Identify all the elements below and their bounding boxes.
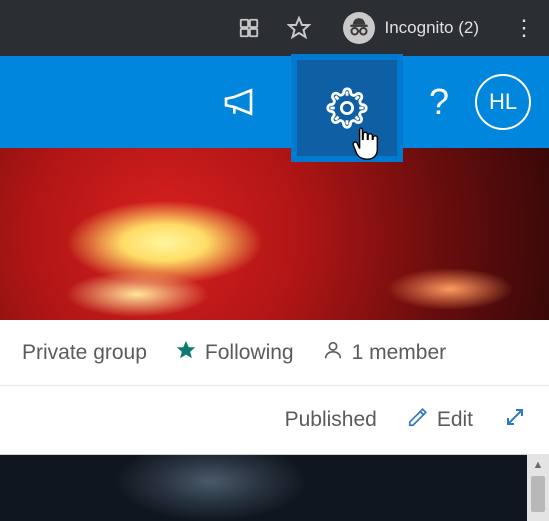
star-icon xyxy=(175,339,197,367)
edit-button[interactable]: Edit xyxy=(407,406,473,434)
browser-menu-icon[interactable]: ⋮ xyxy=(507,15,541,41)
gear-icon xyxy=(326,87,368,129)
edit-label: Edit xyxy=(437,408,473,432)
scroll-thumb[interactable] xyxy=(531,476,545,512)
person-icon xyxy=(322,339,344,367)
hero-image xyxy=(0,148,549,320)
incognito-indicator[interactable]: Incognito (2) xyxy=(333,8,490,48)
incognito-label: Incognito (2) xyxy=(385,18,480,38)
scroll-up-icon[interactable]: ▲ xyxy=(529,456,547,474)
incognito-icon xyxy=(343,12,375,44)
settings-button[interactable] xyxy=(291,54,403,162)
members-count[interactable]: 1 member xyxy=(322,339,447,367)
browser-chrome-bar: Incognito (2) ⋮ xyxy=(0,0,549,56)
app-header: ? HL xyxy=(0,56,549,148)
avatar[interactable]: HL xyxy=(475,74,531,130)
page-action-bar: Published Edit xyxy=(0,386,549,454)
help-button[interactable]: ? xyxy=(429,81,449,123)
cursor-hand-icon xyxy=(349,125,383,170)
privacy-label: Private group xyxy=(22,341,147,365)
published-status[interactable]: Published xyxy=(285,408,377,432)
members-label: 1 member xyxy=(352,341,447,365)
group-info-bar: Private group Following 1 member xyxy=(0,320,549,386)
extensions-icon[interactable] xyxy=(233,12,265,44)
bookmark-star-icon[interactable] xyxy=(283,12,315,44)
content-area: ▲ xyxy=(0,454,549,521)
scrollbar[interactable]: ▲ xyxy=(527,454,549,521)
following-toggle[interactable]: Following xyxy=(175,339,294,367)
pencil-icon xyxy=(407,406,429,434)
content-image xyxy=(0,454,527,521)
expand-icon xyxy=(503,405,527,435)
expand-button[interactable] xyxy=(503,405,527,435)
following-label: Following xyxy=(205,341,294,365)
megaphone-icon[interactable] xyxy=(217,78,265,126)
avatar-initials: HL xyxy=(489,89,517,115)
